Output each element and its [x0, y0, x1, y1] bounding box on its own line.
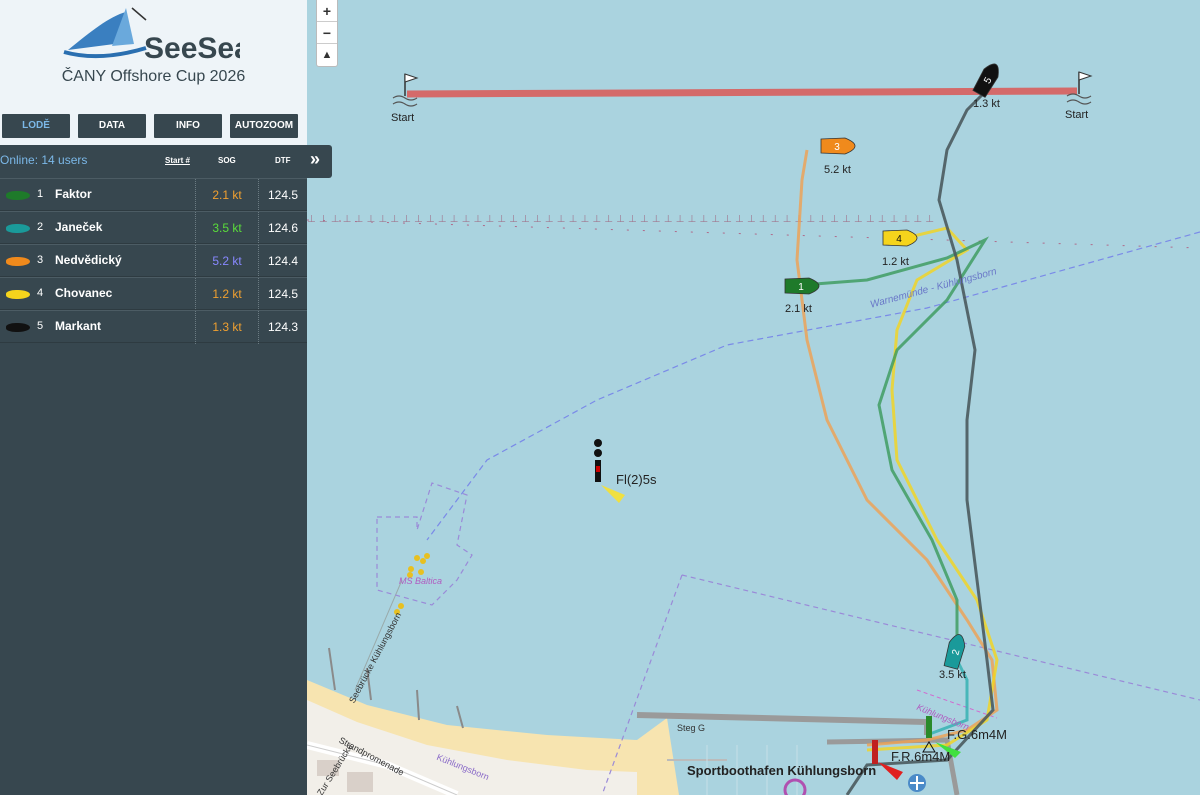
- boat-number: 1: [37, 188, 44, 200]
- boat-name: Nedvědický: [55, 253, 122, 267]
- track-5: [845, 88, 995, 795]
- boat-sog: 1.3 kt: [212, 320, 242, 334]
- nav-autozoom-button[interactable]: AUTOZOOM: [230, 114, 298, 138]
- boat-number: 5: [37, 320, 44, 332]
- boat-number: 2: [37, 221, 44, 233]
- zoom-out-button[interactable]: −: [317, 22, 337, 44]
- boat-name: Markant: [55, 319, 102, 333]
- speed-label-3: 5.2 kt: [824, 164, 851, 176]
- boat-dtf: 124.4: [267, 254, 299, 268]
- boat-marker-1[interactable]: 1: [784, 277, 820, 295]
- building: [347, 772, 373, 792]
- boat-dtf: 124.3: [267, 320, 299, 334]
- ms-baltica-label: MS Baltica: [399, 576, 443, 586]
- boat-number: 4: [37, 287, 44, 299]
- shipping-route: [426, 231, 1200, 541]
- logo-text: SeeSea: [144, 32, 240, 64]
- marina-icon: [783, 778, 807, 795]
- boat-row[interactable]: 5 Markant 1.3 kt 124.3: [0, 310, 307, 344]
- sog-header: SOG: [218, 156, 236, 165]
- start-label-left: Start: [391, 112, 415, 124]
- boat-marker-label: 4: [896, 234, 902, 245]
- nav-data-button[interactable]: DATA: [78, 114, 146, 138]
- boat-number: 3: [37, 254, 44, 266]
- speed-label-5: 1.3 kt: [973, 98, 1000, 110]
- zoom-control: + − ▲: [316, 0, 338, 67]
- anchorage-icon: [908, 774, 926, 792]
- sidebar: SeeSea ČANY Offshore Cup 2026 LODĚ DATA …: [0, 0, 332, 795]
- map-view[interactable]: ⊥ ⊥ ⊥ ⊥ ⊥ ⊥ ⊥ ⊥ ⊥ ⊥ ⊥ ⊥ ⊥ ⊥ ⊥ ⊥ ⊥ ⊥ ⊥ ⊥ …: [307, 0, 1200, 795]
- nav-info-button[interactable]: INFO: [154, 114, 222, 138]
- online-users: Online: 14 users: [0, 153, 88, 167]
- boat-marker-3[interactable]: 3: [820, 137, 856, 155]
- boat-row[interactable]: 1 Faktor 2.1 kt 124.5: [0, 178, 307, 212]
- boat-marker-label: 3: [834, 142, 840, 153]
- speed-label-2: 3.5 kt: [939, 669, 966, 681]
- start-number-sort[interactable]: Start #: [165, 156, 190, 165]
- boat-marker-2[interactable]: 2: [943, 633, 967, 670]
- boat-sog: 1.2 kt: [212, 287, 242, 301]
- light-label-fg: F.G.6m4M: [947, 727, 1007, 742]
- boat-dtf: 124.5: [267, 188, 299, 202]
- speed-label-4: 1.2 kt: [882, 256, 909, 268]
- speed-label-1: 2.1 kt: [785, 303, 812, 315]
- boat-marker-4[interactable]: 4: [882, 229, 918, 247]
- north-arrow-icon[interactable]: ▲: [317, 44, 337, 66]
- boat-sog: 2.1 kt: [212, 188, 242, 202]
- seesea-logo: SeeSea: [63, 7, 240, 64]
- light-label-fr: F.R.6m4M: [891, 749, 951, 764]
- cardinal-buoy-icon: [594, 439, 625, 503]
- restricted-area: [376, 482, 473, 606]
- boat-sog: 3.5 kt: [212, 221, 242, 235]
- steg-label: Steg G: [677, 723, 706, 733]
- harbour-area: [681, 574, 1200, 701]
- zoom-in-button[interactable]: +: [317, 0, 337, 22]
- boat-dtf: 124.5: [267, 287, 299, 301]
- boat-hull-icon: [6, 191, 30, 200]
- boat-table: 1 Faktor 2.1 kt 124.5 2 Janeček 3.5 kt 124.6 3 Ne…: [0, 178, 307, 344]
- boat-sog: 5.2 kt: [212, 254, 242, 268]
- boat-row[interactable]: 3 Nedvědický 5.2 kt 124.4: [0, 244, 307, 278]
- boat-marker-label: 1: [798, 282, 804, 293]
- boat-row[interactable]: 2 Janeček 3.5 kt 124.6: [0, 211, 307, 245]
- boat-name: Chovanec: [55, 286, 113, 300]
- boat-hull-icon: [6, 257, 30, 266]
- harbour-label: Sportboothafen Kühlungsborn: [687, 763, 877, 778]
- event-title: ČANY Offshore Cup 2026: [61, 68, 246, 85]
- dtf-header: DTF: [275, 156, 291, 165]
- start-buoy-left-icon: [392, 73, 419, 107]
- start-label-right: Start: [1065, 109, 1089, 121]
- boat-name: Faktor: [55, 187, 92, 201]
- boat-row[interactable]: 4 Chovanec 1.2 kt 124.5: [0, 277, 307, 311]
- svg-text:⊥ ⊥ ⊥ ⊥ ⊥ ⊥ ⊥ ⊥ ⊥ ⊥ ⊥ ⊥ ⊥ ⊥ ⊥: ⊥ ⊥ ⊥ ⊥ ⊥ ⊥ ⊥ ⊥ ⊥ ⊥ ⊥ ⊥ ⊥ ⊥ ⊥ ⊥ ⊥ ⊥ ⊥ ⊥ …: [307, 214, 934, 225]
- boat-list-header: Online: 14 users Start # SOG DTF »: [0, 145, 332, 178]
- boat-hull-icon: [6, 224, 30, 233]
- light-label-fl: Fl(2)5s: [616, 472, 657, 487]
- boat-hull-icon: [6, 323, 30, 332]
- boat-dtf: 124.6: [267, 221, 299, 235]
- nav-boats-button[interactable]: LODĚ: [2, 114, 70, 138]
- boat-hull-icon: [6, 290, 30, 299]
- boat-name: Janeček: [55, 220, 103, 234]
